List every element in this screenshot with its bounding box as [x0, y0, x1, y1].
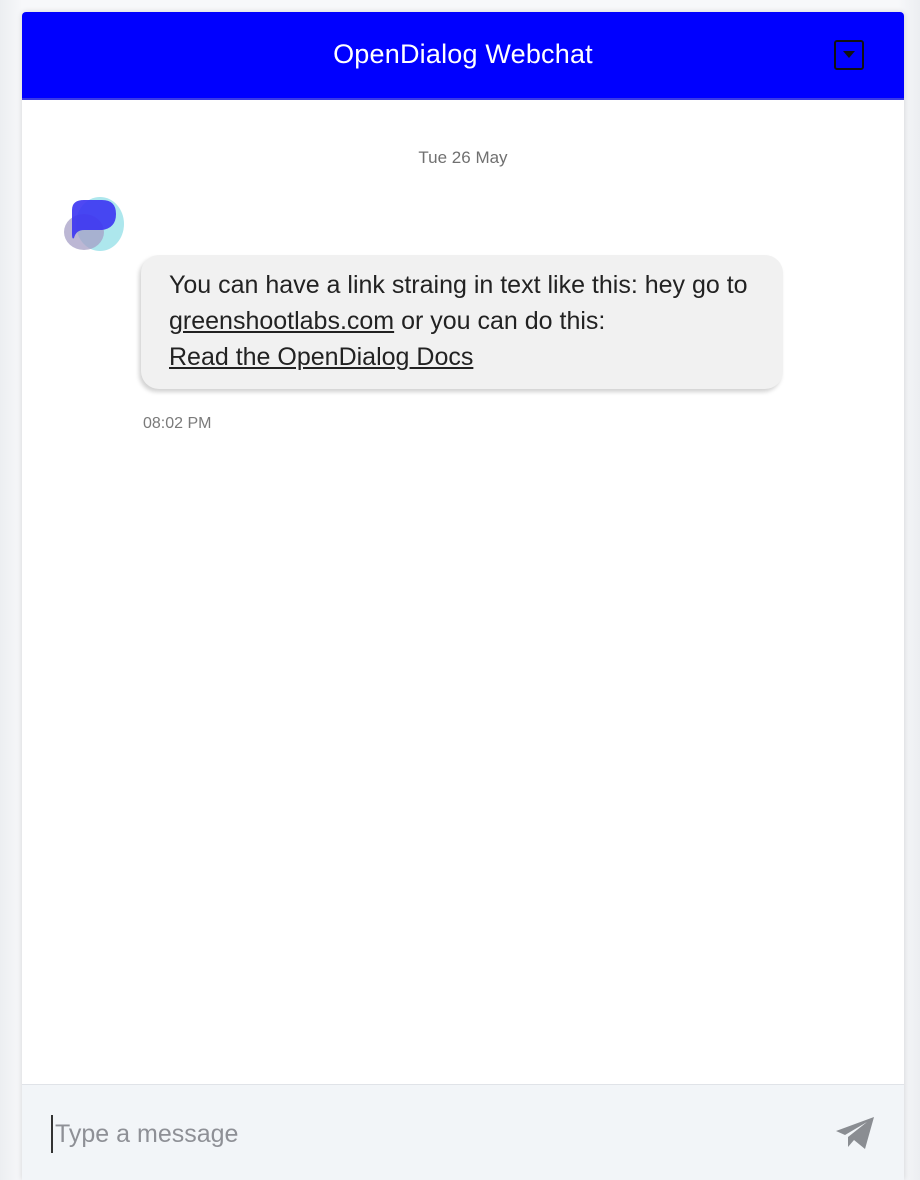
caret-down-icon	[843, 51, 855, 58]
message-timestamp: 08:02 PM	[143, 415, 212, 432]
docs-link[interactable]: Read the OpenDialog Docs	[169, 343, 473, 371]
webchat-widget: OpenDialog Webchat Tue 26 May You can ha…	[22, 12, 904, 1180]
paper-plane-icon	[836, 1117, 874, 1149]
message-text-continued: or you can do this:	[394, 307, 606, 335]
message-input[interactable]	[51, 1115, 815, 1153]
send-button[interactable]	[834, 1113, 876, 1153]
bot-message-bubble: You can have a link straing in text like…	[141, 255, 783, 389]
date-separator: Tue 26 May	[418, 148, 508, 167]
chat-header: OpenDialog Webchat	[22, 12, 904, 100]
message-list[interactable]: Tue 26 May You can have a link straing i…	[22, 102, 904, 1084]
message-composer	[22, 1084, 904, 1180]
inline-link-greenshootlabs[interactable]: greenshootlabs.com	[169, 307, 394, 335]
bot-avatar-icon	[62, 188, 126, 254]
message-text: You can have a link straing in text like…	[169, 271, 748, 299]
chat-title: OpenDialog Webchat	[333, 39, 593, 69]
minimize-toggle-button[interactable]	[834, 40, 864, 70]
